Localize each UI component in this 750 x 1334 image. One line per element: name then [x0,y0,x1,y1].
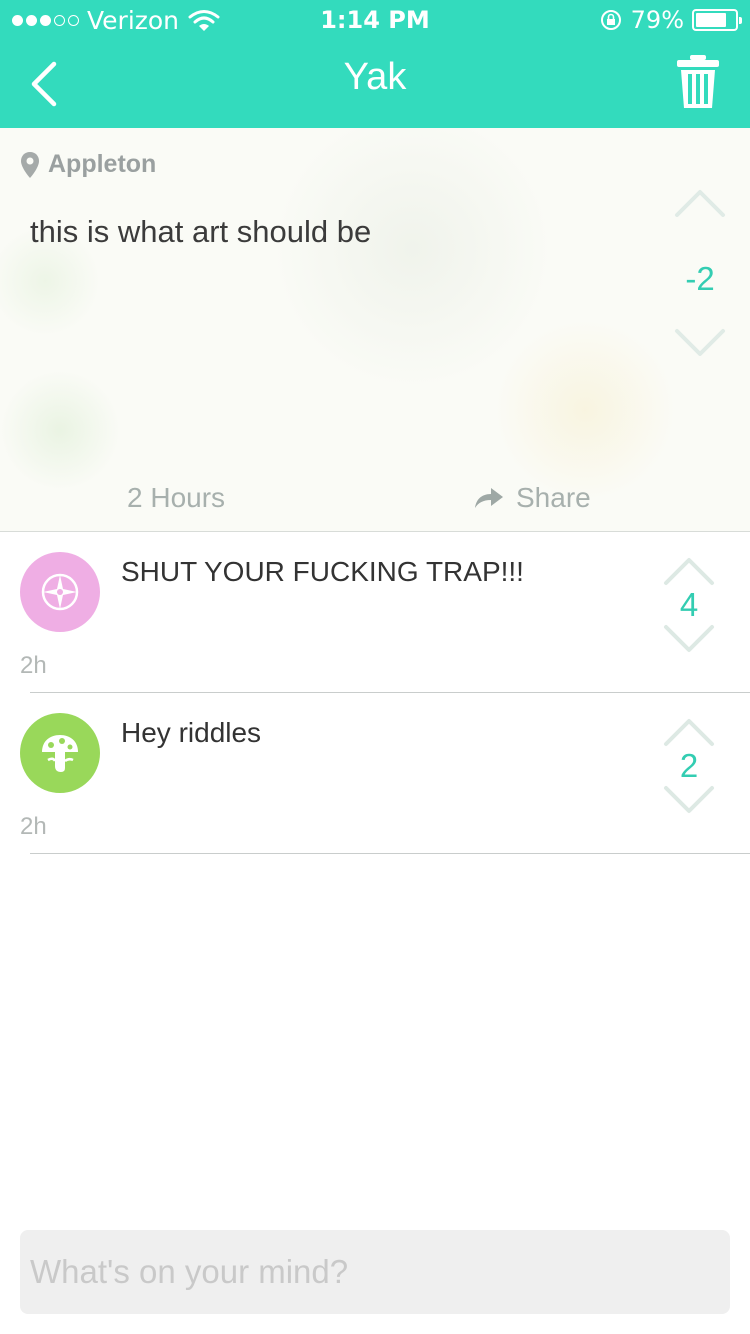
downvote-button[interactable] [663,785,715,815]
status-bar: Verizon 1:14 PM 79% [0,0,750,40]
share-button[interactable]: Share [474,482,591,514]
divider [30,853,750,854]
comment-vote: 4 [659,556,719,654]
post-score: -2 [685,260,715,297]
comment-score: 2 [679,747,699,784]
comment-time: 2h [20,813,47,840]
header: Verizon 1:14 PM 79% Yak [0,0,750,128]
downvote-button[interactable] [663,624,715,654]
comment-row: Hey riddles 2h 2 [0,693,750,854]
avatar [20,713,100,793]
yak-post: Appleton this is what art should be -2 2… [0,128,750,532]
battery-icon [692,9,742,31]
rotation-lock-icon [600,10,621,30]
avatar [20,552,100,632]
battery-fill [696,13,727,27]
downvote-button[interactable] [674,328,726,358]
compass-icon [41,573,79,611]
comment-vote: 2 [659,717,719,815]
upvote-button[interactable] [674,188,726,218]
page-title: Yak [343,56,407,98]
location-pin-icon [21,151,39,178]
comment-input[interactable] [20,1230,730,1314]
comment-text: Hey riddles [121,717,262,748]
status-right: 79% [599,6,742,34]
post-vote: -2 [670,188,730,358]
post-location: Appleton [20,150,156,179]
post-text: this is what art should be [30,214,372,249]
upvote-button[interactable] [663,556,715,586]
share-label: Share [516,482,591,513]
comment-time: 2h [20,652,47,679]
post-age: 2 Hours [127,482,226,513]
location-name: Appleton [48,150,157,178]
comment-text: SHUT YOUR FUCKING TRAP!!! [121,556,524,587]
comment-score: 4 [679,586,699,623]
mushroom-icon [42,735,78,772]
comment-row: SHUT YOUR FUCKING TRAP!!! 2h 4 [0,532,750,693]
upvote-button[interactable] [663,717,715,747]
battery-percent: 79% [630,6,684,34]
trash-icon[interactable] [676,54,720,110]
share-icon [475,488,503,508]
